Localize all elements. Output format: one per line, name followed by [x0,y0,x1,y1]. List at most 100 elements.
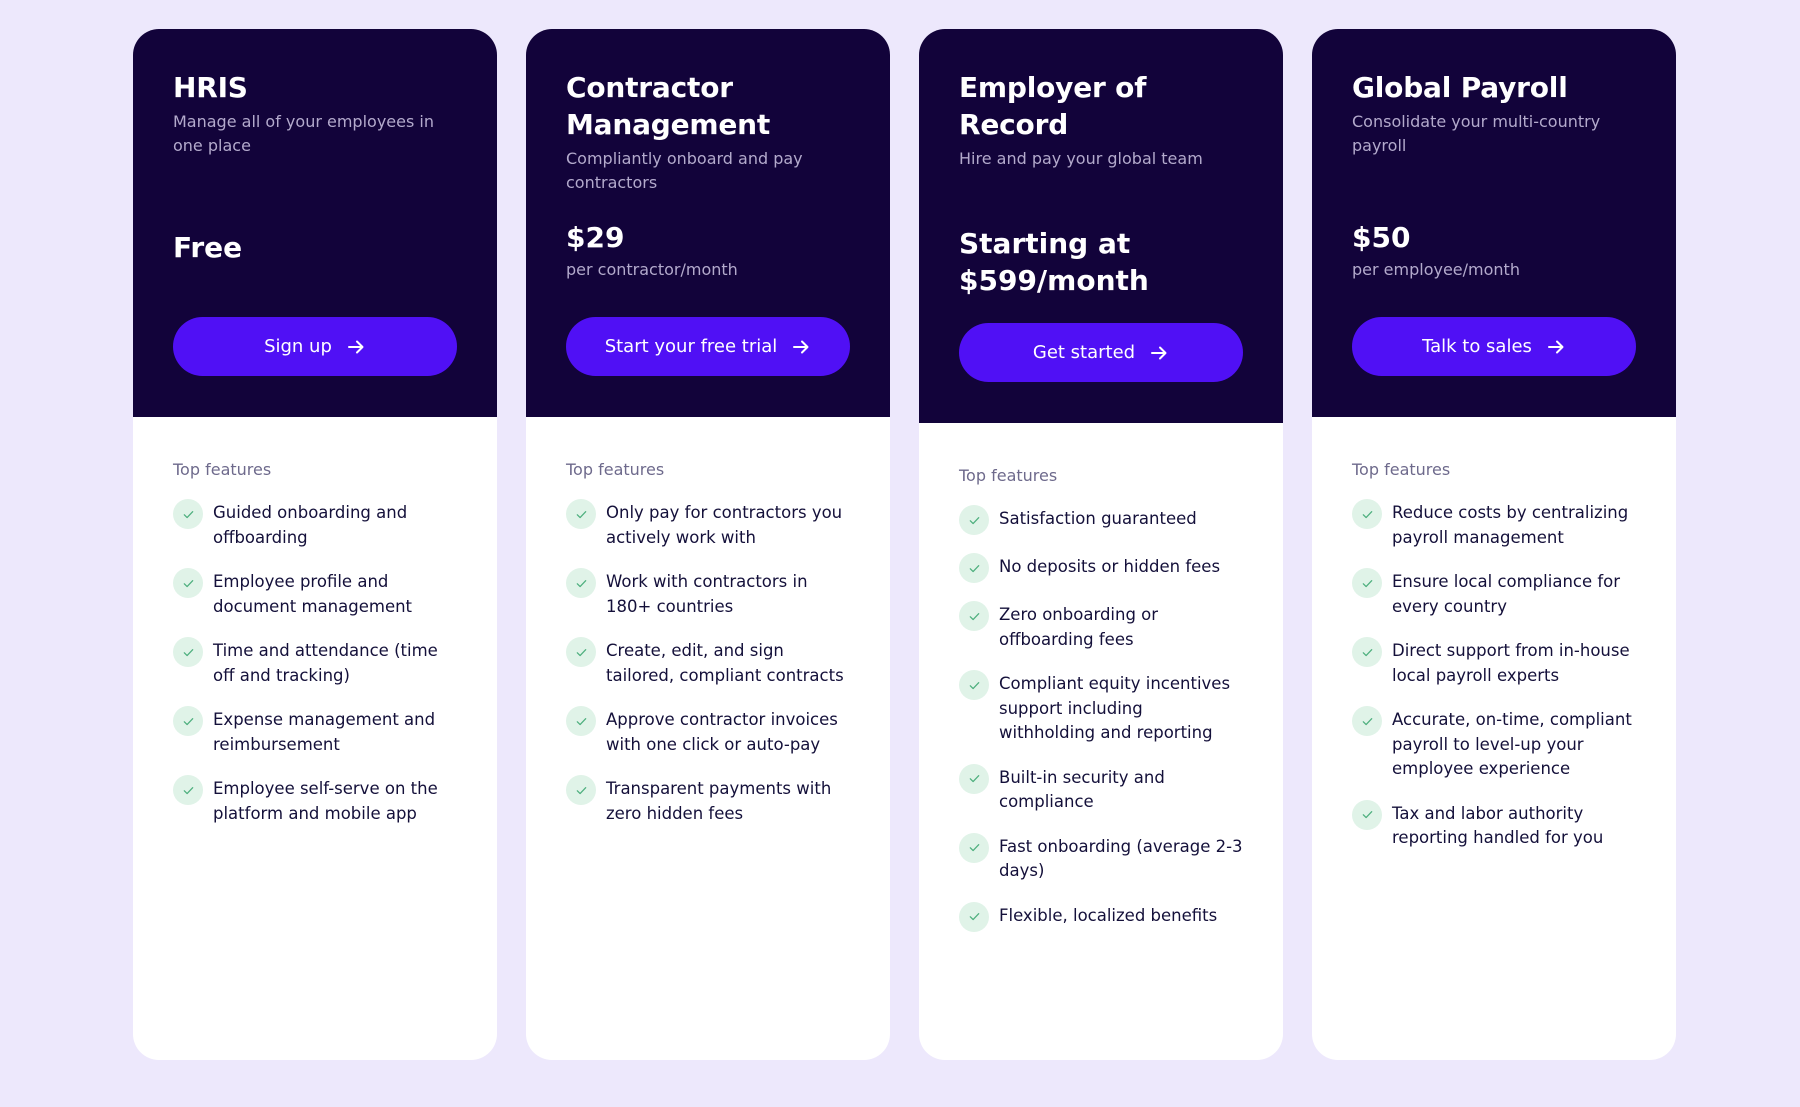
feature-item: No deposits or hidden fees [959,553,1243,583]
feature-text: Transparent payments with zero hidden fe… [606,779,832,823]
get-started-button[interactable]: Get started [959,323,1243,382]
feature-text: Accurate, on-time, compliant payroll to … [1392,710,1632,778]
feature-text: Guided onboarding and offboarding [213,503,408,547]
pricing-grid: HRIS Manage all of your employees in one… [133,29,1676,1060]
feature-text: Built-in security and compliance [999,767,1165,812]
feature-list: Only pay for contractors you actively wo… [566,499,850,826]
plan-subtitle: Manage all of your employees in one plac… [173,112,434,155]
plan-price: $50 [1352,221,1411,254]
check-icon [173,775,203,805]
feature-item: Zero onboarding or offboarding fees [959,601,1243,652]
plan-price: Starting at $599/month [959,227,1149,297]
check-icon [173,568,203,598]
plan-title: Global Payroll [1352,71,1568,104]
feature-text: Employee self-serve on the platform and … [213,779,438,823]
arrow-right-icon [791,337,811,357]
check-icon [959,832,989,863]
feature-text: Expense management and reimbursement [213,710,436,754]
plan-header: Global Payroll Consolidate your multi-co… [1312,29,1676,417]
plan-title: HRIS [173,71,248,104]
arrow-right-icon [1149,343,1169,363]
arrow-right-icon [346,337,366,357]
feature-text: Time and attendance (time off and tracki… [213,641,438,685]
check-icon [1352,799,1382,830]
check-icon [959,601,989,631]
check-icon [959,901,989,932]
plan-card-contractor-management: Contractor Management Compliantly onboar… [526,29,890,1060]
plan-card-global-payroll: Global Payroll Consolidate your multi-co… [1312,29,1676,1060]
sign-up-button[interactable]: Sign up [173,317,457,376]
check-icon [959,670,989,700]
feature-text: Work with contractors in 180+ countries [606,572,808,616]
check-icon [566,775,596,805]
features-label: Top features [959,466,1058,485]
feature-item: Create, edit, and sign tailored, complia… [566,637,850,688]
check-icon [173,499,203,529]
feature-item: Accurate, on-time, compliant payroll to … [1352,706,1636,782]
feature-item: Transparent payments with zero hidden fe… [566,775,850,826]
price-block: Free [173,229,457,266]
start-free-trial-button[interactable]: Start your free trial [566,317,850,376]
check-icon [959,553,989,583]
plan-title: Employer of Record [959,71,1147,141]
feature-text: Satisfaction guaranteed [999,509,1197,528]
talk-to-sales-button[interactable]: Talk to sales [1352,317,1636,376]
check-icon [566,499,596,529]
check-icon [1352,637,1382,667]
price-unit: per contractor/month [566,260,738,279]
features-label: Top features [173,460,272,479]
features-section: Top features Reduce costs by centralizin… [1312,417,1676,871]
plan-header: Contractor Management Compliantly onboar… [526,29,890,417]
arrow-right-icon [1546,337,1566,357]
features-label: Top features [1352,460,1451,479]
plan-header: HRIS Manage all of your employees in one… [133,29,497,417]
feature-item: Approve contractor invoices with one cli… [566,706,850,757]
cta-label: Get started [1032,342,1136,363]
check-icon [173,637,203,667]
feature-text: Reduce costs by centralizing payroll man… [1392,503,1629,547]
price-unit: per employee/month [1352,260,1520,279]
feature-list: Guided onboarding and offboarding Employe… [173,499,457,826]
feature-item: Expense management and reimbursement [173,706,457,757]
feature-text: Compliant equity incentives support incl… [999,674,1231,742]
feature-item: Guided onboarding and offboarding [173,499,457,550]
feature-item: Employee profile and document management [173,568,457,619]
check-icon [566,637,596,667]
feature-item: Built-in security and compliance [959,763,1243,815]
feature-text: Fast onboarding (average 2-3 days) [999,836,1243,881]
plan-price: $29 [566,221,625,254]
feature-text: Only pay for contractors you actively wo… [606,503,843,547]
feature-item: Direct support from in-house local payro… [1352,637,1636,688]
plan-subtitle: Compliantly onboard and pay contractors [566,149,803,192]
features-section: Top features Satisfaction guaranteed No d… [919,423,1283,952]
check-icon [566,706,596,736]
check-icon [1352,568,1382,598]
plan-title: Contractor Management [566,71,771,141]
check-icon [1352,706,1382,736]
feature-text: Create, edit, and sign tailored, complia… [606,641,844,685]
feature-item: Time and attendance (time off and tracki… [173,637,457,688]
check-icon [566,568,596,598]
features-label: Top features [566,460,665,479]
feature-text: No deposits or hidden fees [999,557,1221,576]
feature-item: Employee self-serve on the platform and … [173,775,457,826]
cta-label: Start your free trial [604,336,778,357]
feature-item: Work with contractors in 180+ countries [566,568,850,619]
feature-text: Flexible, localized benefits [999,905,1218,925]
feature-text: Employee profile and document management [213,572,413,616]
plan-card-hris: HRIS Manage all of your employees in one… [133,29,497,1060]
cta-label: Sign up [264,336,332,357]
features-section: Top features Guided onboarding and offbo… [133,417,497,846]
cta-label: Talk to sales [1422,336,1532,357]
check-icon [1352,499,1382,529]
plan-card-employer-of-record: Employer of Record Hire and pay your glo… [919,29,1283,1060]
feature-item: Flexible, localized benefits [959,901,1243,932]
price-block: $50 per employee/month [1352,219,1636,282]
plan-subtitle: Consolidate your multi-country payroll [1352,112,1601,155]
feature-item: Reduce costs by centralizing payroll man… [1352,499,1636,550]
feature-text: Tax and labor authority reporting handle… [1392,803,1604,848]
feature-text: Approve contractor invoices with one cli… [606,710,838,754]
feature-item: Tax and labor authority reporting handle… [1352,799,1636,851]
price-block: Starting at $599/month [959,225,1223,299]
feature-list: Satisfaction guaranteed No deposits or hi… [959,505,1243,932]
